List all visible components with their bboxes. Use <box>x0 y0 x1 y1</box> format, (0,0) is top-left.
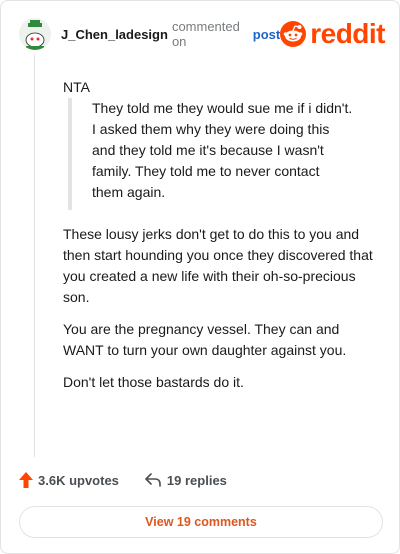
quote-line: They told me they would sue me if i didn… <box>92 100 353 116</box>
comment-body: NTA They told me they would sue me if i … <box>63 77 375 404</box>
replies-button[interactable]: 19 replies <box>145 473 227 488</box>
comment-paragraph: You are the pregnancy vessel. They can a… <box>63 321 347 358</box>
upvote-button[interactable]: 3.6K upvotes <box>19 472 119 488</box>
commented-on-text: commented on <box>171 19 240 49</box>
reddit-logo[interactable]: reddit <box>280 20 385 48</box>
comment-paragraph: These lousy jerks don't get to do this t… <box>63 226 373 305</box>
thread-line[interactable] <box>34 55 35 457</box>
comment-author[interactable]: J_Chen_ladesign <box>61 27 168 42</box>
upvote-count: 3.6K upvotes <box>38 472 119 488</box>
comment-footer: 3.6K upvotes 19 replies <box>19 472 227 488</box>
quote-line: family. They told me to never contact <box>92 163 320 179</box>
avatar[interactable] <box>19 18 51 50</box>
comment-card: J_Chen_ladesign commented on post reddit… <box>0 0 400 554</box>
reply-arrow-icon <box>145 473 161 487</box>
reddit-snoo-icon <box>280 21 307 47</box>
upvote-arrow-icon <box>19 472 33 488</box>
quote-line: I asked them why they were doing this <box>92 121 330 137</box>
quote-line: them again. <box>92 184 166 200</box>
blockquote: They told me they would sue me if i didn… <box>68 98 375 210</box>
comment-first-line: NTA <box>63 79 90 95</box>
quote-line: and they told me it's because I wasn't <box>92 142 324 158</box>
snoo-avatar-icon <box>19 18 51 50</box>
reddit-wordmark: reddit <box>310 18 385 49</box>
replies-count: 19 replies <box>166 472 227 488</box>
comment-paragraph: Don't let those bastards do it. <box>63 374 244 390</box>
post-link[interactable]: post <box>253 27 280 42</box>
comment-header: J_Chen_ladesign commented on post reddit <box>19 17 385 51</box>
view-comments-button[interactable]: View 19 comments <box>19 506 383 538</box>
